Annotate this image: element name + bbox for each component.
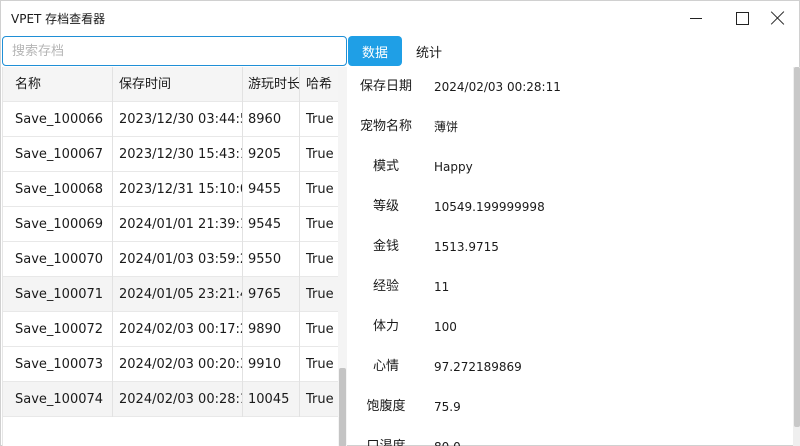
tab-stats[interactable]: 统计 [405,36,453,66]
close-button[interactable] [755,1,800,35]
detail-value: 75.9 [434,400,461,414]
cell-name: Save_100071 [3,277,113,312]
column-header-name[interactable]: 名称 [3,67,113,102]
table-row[interactable]: Save_100067 2023/12/30 15:43:17 9205 Tru… [3,137,338,172]
detail-label: 保存日期 [359,79,412,94]
table-row[interactable]: Save_100073 2024/02/03 00:20:38 9910 Tru… [3,347,338,382]
cell-play-time: 10045 [243,382,300,417]
detail-value: 薄饼 [434,120,459,134]
detail-value: 10549.199999998 [434,200,545,214]
table-row[interactable]: Save_100068 2023/12/31 15:10:07 9455 Tru… [3,172,338,207]
cell-save-time: 2024/01/01 21:39:10 [113,207,243,242]
cell-save-time: 2024/01/05 23:21:45 [113,277,243,312]
detail-value: 1513.9715 [434,240,499,254]
detail-label: 等级 [372,199,399,214]
cell-save-time: 2024/02/03 00:17:29 [113,312,243,347]
cell-name: Save_100072 [3,312,113,347]
cell-play-time: 9550 [243,242,300,277]
table-scrollbar-thumb[interactable] [339,368,346,446]
detail-label: 宠物名称 [359,119,412,134]
app-window: VPET 存档查看器 数据 统计 名称 保存时间 游玩时长 哈希 Save_10… [0,0,800,446]
detail-value: 2024/02/03 00:28:11 [434,80,561,94]
save-table: 名称 保存时间 游玩时长 哈希 Save_100066 2023/12/30 0… [2,67,338,446]
details-panel: 保存日期 2024/02/03 00:28:11 宠物名称 薄饼 模式 Happ… [348,67,793,446]
table-row-selected[interactable]: Save_100074 2024/02/03 00:28:11 10045 Tr… [3,382,338,417]
cell-hash: True [306,287,334,302]
detail-level: 等级 10549.199999998 [348,187,793,227]
detail-save-date: 保存日期 2024/02/03 00:28:11 [348,67,793,107]
minimize-icon [690,17,702,19]
cell-name: Save_100066 [3,102,113,137]
detail-satiety: 饱腹度 75.9 [348,387,793,427]
detail-label: 经验 [372,279,399,294]
column-header-play-time[interactable]: 游玩时长 [243,67,300,102]
minimize-button[interactable] [673,1,719,35]
cell-hash: True [306,357,334,372]
table-header: 名称 保存时间 游玩时长 哈希 [3,67,338,102]
detail-pet-name: 宠物名称 薄饼 [348,107,793,147]
cell-hash: True [306,147,334,162]
cell-save-time: 2023/12/31 15:10:07 [113,172,243,207]
detail-mood: 心情 97.272189869 [348,347,793,387]
detail-label: 心情 [372,359,399,374]
cell-hash: True [306,392,334,407]
table-row[interactable]: Save_100070 2024/01/03 03:59:21 9550 Tru… [3,242,338,277]
detail-value: 80.0 [434,427,461,446]
cell-play-time: 9765 [243,277,300,312]
table-row[interactable]: Save_100066 2023/12/30 03:44:56 8960 Tru… [3,102,338,137]
cell-save-time: 2023/12/30 15:43:17 [113,137,243,172]
cell-name: Save_100070 [3,242,113,277]
window-title: VPET 存档查看器 [11,12,106,26]
cell-name: Save_100067 [3,137,113,172]
cell-hash: True [306,322,334,337]
detail-label: 体力 [372,319,399,334]
table-row[interactable]: Save_100069 2024/01/01 21:39:10 9545 Tru… [3,207,338,242]
cell-play-time: 9205 [243,137,300,172]
detail-exp: 经验 11 [348,267,793,307]
cell-hash: True [306,217,334,232]
table-row[interactable]: Save_100072 2024/02/03 00:17:29 9890 Tru… [3,312,338,347]
close-icon [771,11,785,25]
cell-play-time: 8960 [243,102,300,137]
cell-save-time: 2023/12/30 03:44:56 [113,102,243,137]
detail-label: 模式 [372,159,399,174]
detail-value: 100 [434,320,457,334]
details-scrollbar-thumb[interactable] [794,67,800,427]
detail-value: 11 [434,280,450,294]
cell-play-time: 9910 [243,347,300,382]
table-row[interactable]: Save_100071 2024/01/05 23:21:45 9765 Tru… [3,277,338,312]
cell-hash: True [306,182,334,197]
cell-play-time: 9455 [243,172,300,207]
detail-label: 金钱 [372,239,399,254]
title-bar[interactable]: VPET 存档查看器 [1,1,800,35]
detail-thirst: 口渴度 80.0 [348,427,793,446]
cell-name: Save_100068 [3,172,113,207]
detail-value: Happy [434,160,473,174]
maximize-icon [735,11,749,25]
detail-mode: 模式 Happy [348,147,793,187]
cell-name: Save_100069 [3,207,113,242]
detail-label: 口渴度 [348,427,424,446]
cell-name: Save_100074 [3,382,113,417]
cell-hash: True [306,252,334,267]
column-header-hash[interactable]: 哈希 [300,67,338,102]
cell-play-time: 9890 [243,312,300,347]
detail-money: 金钱 1513.9715 [348,227,793,267]
cell-save-time: 2024/02/03 00:28:11 [113,382,243,417]
cell-play-time: 9545 [243,207,300,242]
search-input[interactable] [2,36,347,66]
cell-name: Save_100073 [3,347,113,382]
detail-label: 饱腹度 [366,399,406,414]
column-header-save-time[interactable]: 保存时间 [113,67,243,102]
cell-save-time: 2024/01/03 03:59:21 [113,242,243,277]
cell-save-time: 2024/02/03 00:20:38 [113,347,243,382]
detail-value: 97.272189869 [434,360,522,374]
tab-data[interactable]: 数据 [348,36,402,66]
detail-strength: 体力 100 [348,307,793,347]
cell-hash: True [306,112,334,127]
